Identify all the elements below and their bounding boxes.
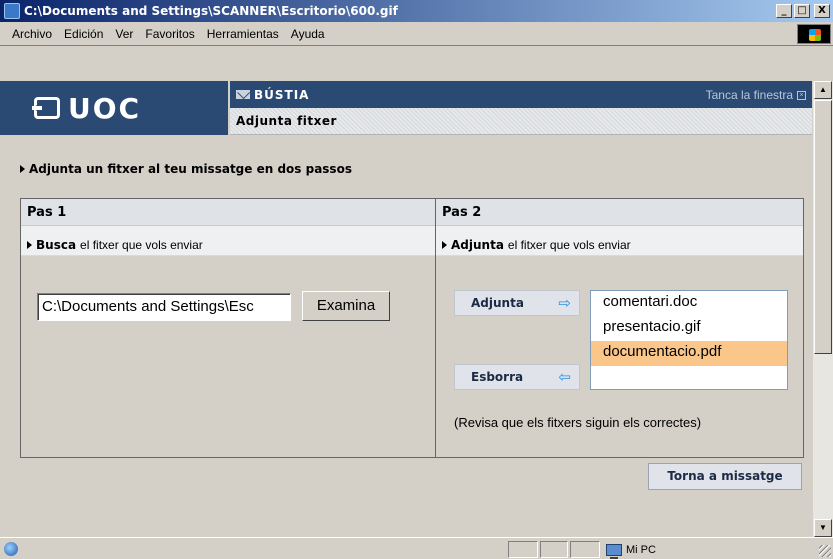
menu-archivo[interactable]: Archivo [6, 27, 58, 41]
arrow-left-icon: ⇦ [558, 367, 571, 386]
menu-bar: Archivo Edición Ver Favoritos Herramient… [0, 22, 833, 46]
triangle-bullet-icon [442, 240, 447, 249]
page-subtitle: Adjunta fitxer [236, 114, 337, 128]
zone-label: Mi PC [626, 543, 656, 556]
window-controls: _ □ X [776, 4, 830, 18]
instruction-text: Adjunta un fitxer al teu missatge en dos… [29, 162, 352, 176]
status-segment [540, 541, 568, 558]
step-2-desc-bold: Adjunta [451, 237, 504, 252]
ie-window-icon[interactable] [4, 3, 20, 19]
steps-box: Pas 1 Busca el fitxer que vols enviar C:… [20, 198, 804, 458]
menu-favoritos[interactable]: Favoritos [139, 27, 200, 41]
back-to-message-button[interactable]: Torna a missatge [648, 463, 802, 490]
close-window-link[interactable]: Tanca la finestra × [706, 88, 806, 102]
ie-page-icon [4, 541, 18, 556]
menu-ver[interactable]: Ver [109, 27, 139, 41]
close-window-button[interactable]: X [814, 4, 830, 18]
step-1-panel: Pas 1 Busca el fitxer que vols enviar C:… [21, 199, 436, 457]
maximize-button[interactable]: □ [794, 4, 810, 18]
delete-button-label: Esborra [471, 370, 524, 384]
step-2-desc-text: el fitxer que vols enviar [507, 237, 631, 252]
window-title: C:\Documents and Settings\SCANNER\Escrit… [24, 4, 398, 18]
step-1-description: Busca el fitxer que vols enviar [21, 226, 435, 256]
header-bar: BÚSTIA Tanca la finestra × [230, 81, 812, 108]
step-2-description: Adjunta el fitxer que vols enviar [436, 226, 803, 256]
windows-logo-icon [797, 24, 831, 44]
menu-edicion[interactable]: Edición [58, 27, 109, 41]
arrow-right-icon: ⇨ [558, 293, 571, 312]
step-2-panel: Pas 2 Adjunta el fitxer que vols enviar … [436, 199, 803, 457]
step-1-title: Pas 1 [21, 199, 435, 226]
list-item[interactable]: comentari.doc [591, 291, 787, 316]
triangle-bullet-icon [20, 165, 25, 173]
computer-icon [606, 543, 622, 559]
step-2-title: Pas 2 [436, 199, 803, 226]
security-zone: Mi PC [606, 541, 656, 559]
status-segment [570, 541, 600, 558]
review-note: (Revisa que els fitxers siguin els corre… [454, 415, 702, 430]
resize-grip-icon[interactable] [819, 545, 831, 557]
close-box-icon: × [797, 90, 806, 100]
envelope-icon [236, 90, 250, 99]
menu-ayuda[interactable]: Ayuda [285, 27, 331, 41]
step-1-desc-text: el fitxer que vols enviar [80, 237, 203, 252]
triangle-bullet-icon [27, 240, 32, 249]
attach-button-label: Adjunta [471, 296, 524, 310]
file-path-input[interactable]: C:\Documents and Settings\Esc [37, 293, 291, 321]
page-subtitle-bar: Adjunta fitxer [230, 108, 812, 135]
status-segment [508, 541, 538, 558]
scroll-down-button[interactable]: ▼ [814, 519, 832, 537]
scroll-up-button[interactable]: ▲ [814, 81, 832, 99]
section-title: BÚSTIA [254, 87, 310, 102]
vertical-scrollbar[interactable]: ▲ ▼ [812, 81, 833, 537]
list-item[interactable]: presentacio.gif [591, 316, 787, 341]
status-bar: Mi PC [0, 537, 833, 559]
delete-button[interactable]: Esborra ⇦ [454, 364, 580, 390]
menu-herramientas[interactable]: Herramientas [201, 27, 285, 41]
uoc-logo-text: UOC [68, 91, 142, 125]
browse-button[interactable]: Examina [302, 291, 390, 321]
scroll-thumb[interactable] [814, 100, 832, 354]
title-bar: C:\Documents and Settings\SCANNER\Escrit… [0, 0, 833, 22]
instruction-heading: Adjunta un fitxer al teu missatge en dos… [20, 162, 352, 176]
step-1-desc-bold: Busca [36, 237, 77, 252]
attach-button[interactable]: Adjunta ⇨ [454, 290, 580, 316]
minimize-button[interactable]: _ [776, 4, 792, 18]
close-window-label: Tanca la finestra [705, 88, 793, 102]
uoc-logo: UOC [0, 81, 228, 135]
uoc-logo-icon [32, 97, 60, 119]
uoc-header: UOC BÚSTIA Tanca la finestra × Adjunta f… [0, 81, 812, 135]
list-item-selected[interactable]: documentacio.pdf [591, 341, 787, 366]
attached-files-list[interactable]: comentari.doc presentacio.gif documentac… [590, 290, 788, 390]
